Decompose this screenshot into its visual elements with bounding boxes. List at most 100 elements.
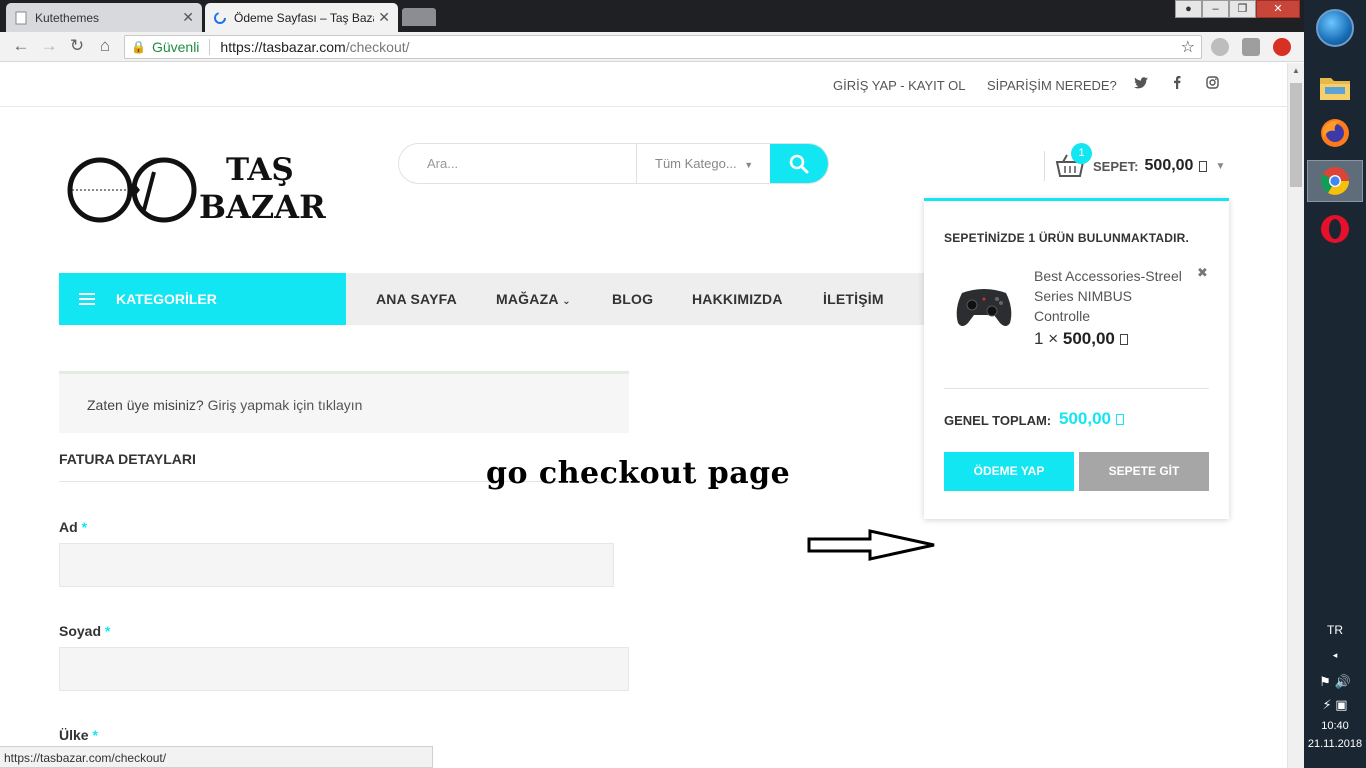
mini-cart-heading: SEPETİNİZDE 1 ÜRÜN BULUNMAKTADIR. bbox=[944, 231, 1190, 245]
lock-icon: 🔒 bbox=[131, 40, 146, 54]
file-explorer-icon[interactable] bbox=[1307, 66, 1363, 108]
first-name-label: Ad * bbox=[59, 519, 87, 535]
logo-text-line1: TAŞ bbox=[226, 152, 294, 188]
unit-price: 500,00 bbox=[1062, 329, 1115, 348]
chevron-down-icon: ⌄ bbox=[562, 296, 571, 307]
clock-date[interactable]: 21.11.2018 bbox=[1304, 738, 1366, 750]
opera-icon[interactable] bbox=[1307, 208, 1363, 250]
forward-icon[interactable]: → bbox=[38, 36, 60, 56]
view-cart-button[interactable]: SEPETE GİT bbox=[1079, 452, 1209, 491]
status-bar-url: https://tasbazar.com/checkout/ bbox=[0, 746, 433, 768]
categories-label: KATEGORİLER bbox=[116, 291, 217, 307]
nav-about[interactable]: HAKKIMIZDA bbox=[692, 291, 783, 307]
tab-close-icon[interactable]: ✕ bbox=[378, 9, 390, 26]
instagram-icon[interactable] bbox=[1206, 76, 1219, 92]
product-thumbnail[interactable] bbox=[952, 279, 1016, 334]
tab-checkout[interactable]: Ödeme Sayfası – Taş Bazar ✕ bbox=[205, 3, 398, 32]
login-notice: Zaten üye misiniz? Giriş yapmak için tık… bbox=[59, 371, 629, 433]
mini-cart-dropdown: SEPETİNİZDE 1 ÜRÜN BULUNMAKTADIR. Best A… bbox=[924, 198, 1229, 519]
billing-heading: FATURA DETAYLARI bbox=[59, 451, 196, 467]
facebook-icon[interactable] bbox=[1173, 76, 1181, 92]
grand-total-amount: 500,00 bbox=[1059, 409, 1111, 428]
tab-label: Kutethemes bbox=[35, 10, 100, 25]
remove-item-icon[interactable]: ✖ bbox=[1197, 265, 1208, 281]
grand-total-label: GENEL TOPLAM: bbox=[944, 413, 1052, 428]
twitter-icon[interactable] bbox=[1134, 76, 1148, 92]
tray-icons[interactable]: ⚑ 🔊 bbox=[1304, 674, 1366, 690]
clock-time[interactable]: 10:40 bbox=[1304, 720, 1366, 732]
page-viewport: GİRİŞ YAP - KAYIT OL SİPARİŞİM NEREDE? T… bbox=[0, 63, 1287, 768]
loading-icon bbox=[213, 11, 227, 25]
tab-close-icon[interactable]: ✕ bbox=[182, 9, 194, 26]
grand-total-value: 500,00 bbox=[1059, 409, 1124, 429]
annotation-text: go checkout page bbox=[486, 456, 791, 491]
back-icon[interactable]: ← bbox=[10, 36, 32, 56]
cart-label: SEPET: bbox=[1093, 158, 1139, 174]
home-icon[interactable]: ⌂ bbox=[94, 36, 116, 56]
field-label-text: Ülke bbox=[59, 727, 89, 743]
restore-icon[interactable]: ❐ bbox=[1229, 0, 1256, 18]
nav-shop-label: MAĞAZA bbox=[496, 291, 559, 307]
address-bar[interactable]: 🔒 Güvenli https://tasbazar.com/checkout/… bbox=[124, 35, 1202, 59]
search-input[interactable] bbox=[399, 144, 636, 183]
field-label-text: Ad bbox=[59, 519, 78, 535]
reload-icon[interactable]: ↻ bbox=[66, 36, 88, 56]
url-path: /checkout/ bbox=[345, 39, 410, 55]
login-notice-text: Zaten üye misiniz? bbox=[87, 397, 204, 413]
search-bar: Tüm Katego... ▼ bbox=[398, 143, 829, 184]
order-tracking-link[interactable]: SİPARİŞİM NEREDE? bbox=[987, 78, 1117, 93]
page-scrollbar[interactable]: ▲ bbox=[1287, 63, 1304, 768]
scrollbar-thumb[interactable] bbox=[1290, 83, 1302, 187]
user-icon[interactable]: ● bbox=[1175, 0, 1202, 18]
currency-glyph-icon bbox=[1115, 414, 1124, 425]
product-name-link[interactable]: Best Accessories-Streel Series NIMBUS Co… bbox=[1034, 266, 1184, 326]
categories-menu-button[interactable]: KATEGORİLER bbox=[59, 273, 346, 325]
tray-power-icons[interactable]: ⚡ ▣ bbox=[1304, 697, 1366, 713]
nav-shop[interactable]: MAĞAZA ⌄ bbox=[496, 291, 571, 307]
login-register-link[interactable]: GİRİŞ YAP - KAYIT OL bbox=[833, 78, 965, 93]
extension-icon[interactable] bbox=[1273, 38, 1291, 56]
extension-icon[interactable] bbox=[1242, 38, 1260, 56]
window-controls: ● – ❐ ✕ bbox=[1175, 0, 1300, 18]
close-window-icon[interactable]: ✕ bbox=[1256, 0, 1300, 18]
caret-down-icon: ▼ bbox=[1215, 160, 1226, 172]
tab-kutethemes[interactable]: Kutethemes ✕ bbox=[6, 3, 202, 32]
page-icon bbox=[14, 11, 28, 25]
last-name-label: Soyad * bbox=[59, 623, 110, 639]
login-link[interactable]: Giriş yapmak için tıklayın bbox=[208, 397, 363, 413]
times-sign: × bbox=[1048, 329, 1059, 348]
nav-contact[interactable]: İLETİŞİM bbox=[823, 291, 884, 307]
header-cart[interactable]: 1 SEPET: 500,00 ▼ bbox=[1044, 143, 1226, 186]
firefox-icon[interactable] bbox=[1307, 112, 1363, 154]
nav-blog[interactable]: BLOG bbox=[612, 291, 653, 307]
scroll-up-icon[interactable]: ▲ bbox=[1292, 66, 1300, 75]
tray-expand-icon[interactable]: ◂ bbox=[1304, 650, 1366, 661]
site-logo[interactable]: TAŞ BAZAR bbox=[64, 148, 334, 230]
basket-icon: 1 bbox=[1055, 143, 1092, 181]
extension-icon[interactable] bbox=[1211, 38, 1229, 56]
chrome-icon[interactable] bbox=[1307, 160, 1363, 202]
last-name-field[interactable] bbox=[59, 647, 629, 691]
first-name-field[interactable] bbox=[59, 543, 614, 587]
bookmark-star-icon[interactable]: ☆ bbox=[1181, 37, 1195, 57]
nav-home[interactable]: ANA SAYFA bbox=[376, 291, 457, 307]
currency-glyph-icon bbox=[1119, 334, 1128, 345]
gamepad-icon bbox=[956, 289, 1012, 326]
category-select-value: Tüm Katego... bbox=[655, 156, 737, 171]
product-quantity-price: 1 × 500,00 bbox=[1034, 329, 1128, 349]
category-select[interactable]: Tüm Katego... ▼ bbox=[636, 144, 770, 183]
new-tab-button[interactable] bbox=[402, 8, 436, 26]
windows-taskbar: TR ◂ ⚑ 🔊 ⚡ ▣ 10:40 21.11.2018 bbox=[1304, 0, 1366, 768]
search-icon bbox=[789, 154, 809, 173]
caret-down-icon: ▼ bbox=[744, 160, 754, 170]
checkout-button[interactable]: ÖDEME YAP bbox=[944, 452, 1074, 491]
search-button[interactable] bbox=[770, 144, 828, 183]
tab-label: Ödeme Sayfası – Taş Bazar bbox=[234, 10, 375, 25]
minimize-icon[interactable]: – bbox=[1202, 0, 1229, 18]
url-host: https://tasbazar.com bbox=[220, 39, 346, 55]
divider bbox=[209, 39, 211, 55]
language-indicator[interactable]: TR bbox=[1304, 623, 1366, 637]
start-button[interactable] bbox=[1316, 9, 1354, 47]
top-bar: GİRİŞ YAP - KAYIT OL SİPARİŞİM NEREDE? bbox=[0, 63, 1287, 107]
logo-mark-icon bbox=[67, 157, 197, 223]
